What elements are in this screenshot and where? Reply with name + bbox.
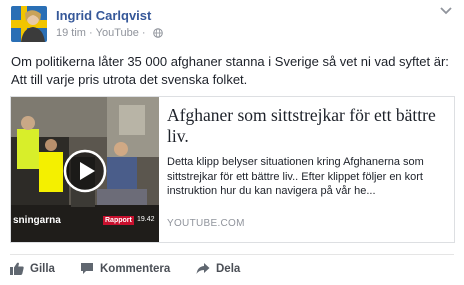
link-title[interactable]: Afghaner som sittstrejkar för ett bättre…	[167, 105, 451, 147]
meta-separator: ·	[88, 27, 93, 39]
post-author[interactable]: Ingrid Carlqvist	[56, 8, 151, 23]
share-arrow-icon	[196, 263, 210, 274]
share-label: Dela	[216, 262, 241, 275]
thumbnail-caption: sningarna	[13, 215, 61, 226]
post-text-line: Att till varje pris utrota det svenska f…	[11, 72, 248, 87]
comment-label: Kommentera	[100, 262, 171, 275]
globe-icon[interactable]	[152, 28, 163, 38]
comment-button[interactable]: Kommentera	[80, 262, 170, 275]
thumbnail-time: 19.42	[137, 216, 155, 223]
avatar[interactable]	[11, 6, 47, 42]
post-time[interactable]: 19 tim	[56, 27, 86, 39]
like-label: Gilla	[30, 262, 55, 275]
comment-bubble-icon	[81, 263, 93, 274]
share-button[interactable]: Dela	[196, 262, 240, 275]
like-button[interactable]: Gilla	[10, 262, 55, 275]
thumbnail-brand: Rapport	[103, 216, 134, 225]
post-text: Om politikerna låter 35 000 afghaner sta…	[11, 53, 457, 89]
play-icon[interactable]	[63, 149, 107, 193]
facebook-post: Ingrid Carlqvist 19 tim · YouTube · Om p…	[0, 0, 464, 285]
video-thumbnail[interactable]: sningarna Rapport 19.42	[11, 97, 159, 242]
link-domain: YOUTUBE.COM	[167, 218, 245, 229]
post-text-line: Om politikerna låter 35 000 afghaner sta…	[11, 54, 449, 69]
meta-separator: ·	[141, 27, 146, 39]
post-source[interactable]: YouTube	[96, 27, 139, 39]
thumbs-up-icon	[10, 262, 24, 275]
post-meta: 19 tim · YouTube ·	[56, 27, 163, 39]
chevron-down-icon[interactable]	[438, 5, 454, 17]
link-attachment[interactable]: sningarna Rapport 19.42 Afghaner som sit…	[10, 96, 455, 243]
link-body[interactable]: Afghaner som sittstrejkar för ett bättre…	[167, 105, 451, 199]
actions-divider	[10, 254, 454, 255]
link-description: Detta klipp belyser situationen kring Af…	[167, 156, 424, 197]
